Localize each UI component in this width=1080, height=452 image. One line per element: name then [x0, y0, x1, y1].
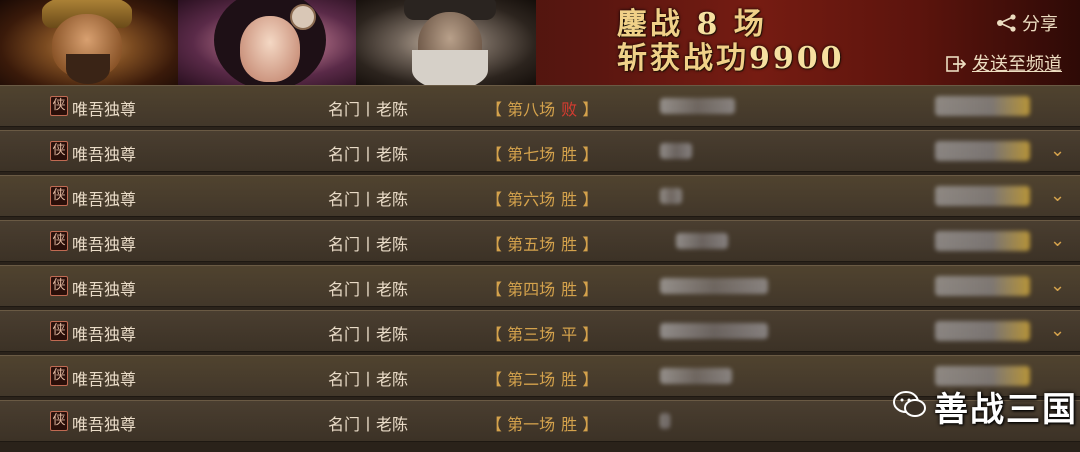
fight-number: 第八场	[507, 100, 556, 119]
fight-number: 第三场	[507, 325, 556, 344]
player-name: 唯吾独尊	[72, 325, 137, 344]
opponent-name: 名门丨老陈	[328, 415, 409, 434]
redacted-reward	[935, 186, 1030, 206]
battle-count-line: 鏖战 8 场	[617, 8, 845, 42]
fight-number: 第五场	[507, 235, 556, 254]
general-portrait-1	[0, 0, 178, 85]
battle-record-row[interactable]: 侠 唯吾独尊 名门丨老陈 【 第五场胜 】 ⌄	[0, 220, 1080, 262]
fight-result: 胜	[561, 235, 578, 254]
fight-label: 【 第七场胜 】	[486, 145, 599, 164]
chevron-down-icon[interactable]: ⌄	[1050, 275, 1065, 296]
fight-label: 【 第一场胜 】	[486, 415, 599, 434]
fight-number: 第四场	[507, 280, 556, 299]
battle-summary-header: 鏖战 8 场 斩获战功9900 分享 发送至频道	[0, 0, 1080, 85]
battle-unit: 场	[733, 7, 767, 42]
rank-badge: 侠	[50, 141, 68, 161]
chevron-down-icon[interactable]: ⌄	[1050, 320, 1065, 341]
redacted-info	[660, 323, 768, 339]
fight-label: 【 第三场平 】	[486, 325, 599, 344]
rank-badge: 侠	[50, 276, 68, 296]
redacted-reward	[935, 96, 1030, 116]
redacted-info	[660, 278, 768, 294]
fight-label: 【 第四场胜 】	[486, 280, 599, 299]
watermark: 善战三国	[890, 382, 1078, 431]
player-name: 唯吾独尊	[72, 280, 137, 299]
opponent-name: 名门丨老陈	[328, 325, 409, 344]
redacted-info	[660, 413, 670, 429]
rank-badge: 侠	[50, 186, 68, 206]
player-name: 唯吾独尊	[72, 190, 137, 209]
redacted-reward	[935, 141, 1030, 161]
battle-stats: 鏖战 8 场 斩获战功9900	[617, 8, 845, 76]
redacted-info	[660, 368, 732, 384]
battle-record-row[interactable]: 侠 唯吾独尊 名门丨老陈 【 第八场败 】	[0, 85, 1080, 127]
fight-result: 胜	[561, 280, 578, 299]
redacted-reward	[935, 321, 1030, 341]
send-to-channel-icon	[946, 56, 966, 72]
fight-label: 【 第二场胜 】	[486, 370, 599, 389]
merit-label: 斩获战功	[617, 41, 749, 76]
battle-record-row[interactable]: 侠 唯吾独尊 名门丨老陈 【 第四场胜 】 ⌄	[0, 265, 1080, 307]
redacted-reward	[935, 231, 1030, 251]
redacted-reward	[935, 276, 1030, 296]
hair-ornament-graphic	[290, 4, 316, 30]
fight-number: 第一场	[507, 415, 556, 434]
general-portrait-3	[356, 0, 536, 85]
opponent-name: 名门丨老陈	[328, 370, 409, 389]
battle-record-row[interactable]: 侠 唯吾独尊 名门丨老陈 【 第三场平 】 ⌄	[0, 310, 1080, 352]
fight-number: 第二场	[507, 370, 556, 389]
battle-label: 鏖战	[617, 7, 683, 42]
opponent-name: 名门丨老陈	[328, 190, 409, 209]
opponent-name: 名门丨老陈	[328, 145, 409, 164]
battle-record-row[interactable]: 侠 唯吾独尊 名门丨老陈 【 第七场胜 】 ⌄	[0, 130, 1080, 172]
opponent-name: 名门丨老陈	[328, 280, 409, 299]
general-portrait-2	[178, 0, 356, 85]
beard-graphic	[66, 54, 110, 84]
fight-label: 【 第六场胜 】	[486, 190, 599, 209]
share-icon	[997, 14, 1016, 32]
player-name: 唯吾独尊	[72, 145, 137, 164]
opponent-name: 名门丨老陈	[328, 100, 409, 119]
chevron-down-icon[interactable]: ⌄	[1050, 140, 1065, 161]
fight-result: 胜	[561, 190, 578, 209]
player-name: 唯吾独尊	[72, 415, 137, 434]
battle-count: 8	[696, 7, 721, 42]
redacted-info	[676, 233, 728, 249]
share-label: 分享	[1022, 14, 1058, 35]
rank-badge: 侠	[50, 231, 68, 251]
chevron-down-icon[interactable]: ⌄	[1050, 185, 1065, 206]
fight-label: 【 第五场胜 】	[486, 235, 599, 254]
send-label: 发送至频道	[972, 54, 1062, 75]
fight-result: 平	[561, 325, 578, 344]
rank-badge: 侠	[50, 96, 68, 116]
player-name: 唯吾独尊	[72, 100, 137, 119]
opponent-name: 名门丨老陈	[328, 235, 409, 254]
battle-record-row[interactable]: 侠 唯吾独尊 名门丨老陈 【 第六场胜 】 ⌄	[0, 175, 1080, 217]
merit-line: 斩获战功9900	[617, 42, 845, 76]
rank-badge: 侠	[50, 411, 68, 431]
player-name: 唯吾独尊	[72, 235, 137, 254]
redacted-info	[660, 143, 692, 159]
beard-graphic	[412, 50, 488, 85]
watermark-text: 善战三国	[934, 390, 1078, 430]
face-graphic	[240, 16, 300, 82]
chevron-down-icon[interactable]: ⌄	[1050, 230, 1065, 251]
share-button[interactable]: 分享	[996, 10, 1058, 36]
fight-result: 胜	[561, 370, 578, 389]
player-name: 唯吾独尊	[72, 370, 137, 389]
rank-badge: 侠	[50, 321, 68, 341]
battle-report-panel: 鏖战 8 场 斩获战功9900 分享 发送至频道 侠 唯吾独尊 名门丨老陈 【 …	[0, 0, 1080, 452]
rank-badge: 侠	[50, 366, 68, 386]
fight-result: 胜	[561, 145, 578, 164]
send-to-channel-button[interactable]: 发送至频道	[946, 50, 1062, 76]
fight-number: 第七场	[507, 145, 556, 164]
fight-number: 第六场	[507, 190, 556, 209]
merit-value: 9900	[749, 41, 845, 76]
fight-result: 败	[561, 100, 578, 119]
fight-result: 胜	[561, 415, 578, 434]
redacted-info	[660, 188, 682, 204]
fight-label: 【 第八场败 】	[486, 100, 599, 119]
redacted-info	[660, 98, 735, 114]
